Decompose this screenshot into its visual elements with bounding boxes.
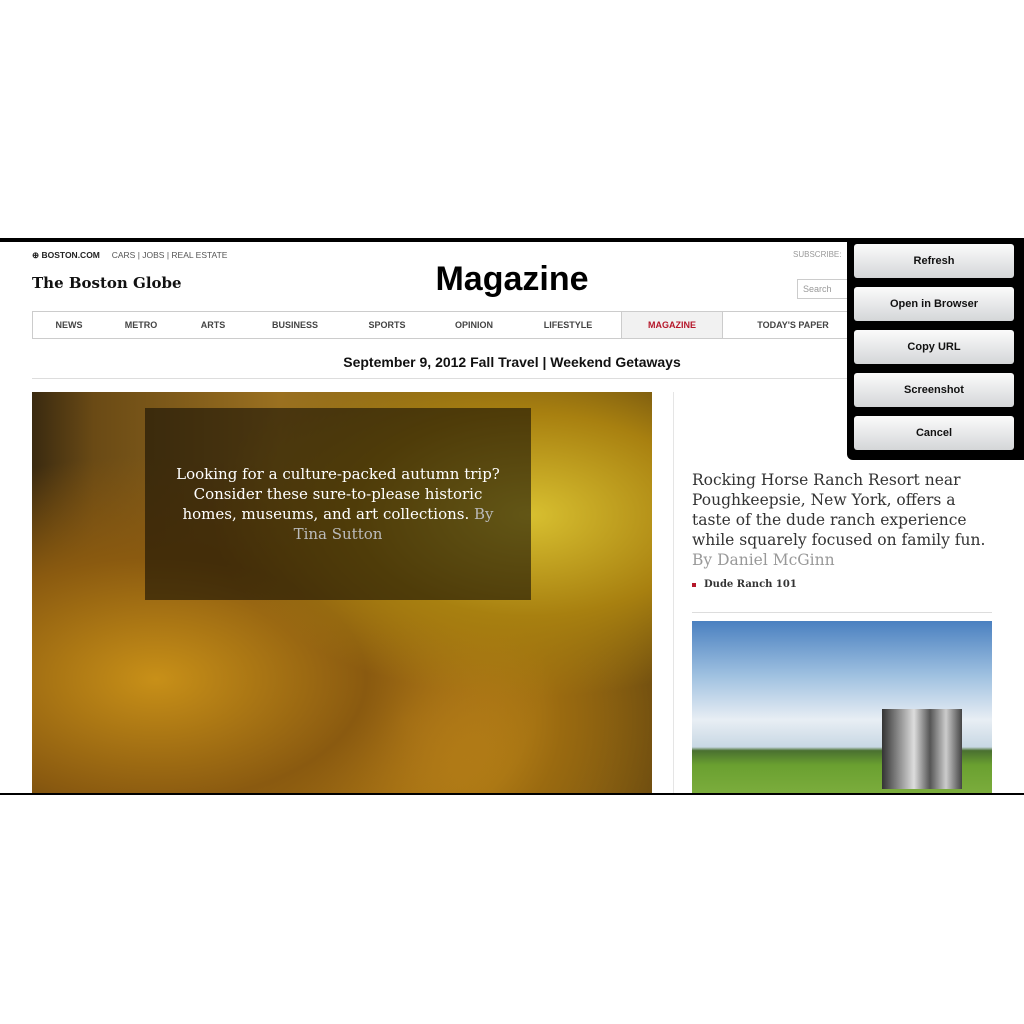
hero-text: Looking for a culture-packed autumn trip… (176, 465, 500, 523)
nav-metro[interactable]: METRO (105, 312, 177, 338)
dude-ranch-link[interactable]: Dude Ranch 101 (692, 579, 797, 590)
refresh-button[interactable]: Refresh (854, 244, 1014, 278)
cars-link[interactable]: CARS (112, 250, 136, 260)
jobs-link[interactable]: JOBS (142, 250, 164, 260)
nav-lifestyle[interactable]: LIFESTYLE (515, 312, 621, 338)
milk-cans-image (882, 709, 962, 789)
subscribe-label[interactable]: SUBSCRIBE: (793, 250, 841, 259)
column-divider (673, 392, 674, 793)
screenshot-button[interactable]: Screenshot (854, 373, 1014, 407)
nav-sports[interactable]: SPORTS (341, 312, 433, 338)
webview: ⊕ BOSTON.COM CARS | JOBS | REAL ESTATE T… (0, 238, 1024, 795)
nav-todays-paper[interactable]: TODAY'S PAPER (723, 312, 863, 338)
nav-magazine[interactable]: MAGAZINE (621, 312, 723, 338)
side-story[interactable]: Rocking Horse Ranch Resort near Poughkee… (692, 470, 992, 570)
side-story-text: Rocking Horse Ranch Resort near Poughkee… (692, 471, 986, 549)
nav-opinion[interactable]: OPINION (433, 312, 515, 338)
context-menu: Refresh Open in Browser Copy URL Screens… (847, 242, 1024, 460)
copy-url-button[interactable]: Copy URL (854, 330, 1014, 364)
divider (692, 612, 992, 613)
boston-com-link[interactable]: ⊕ BOSTON.COM (32, 250, 100, 260)
nav-business[interactable]: BUSINESS (249, 312, 341, 338)
nav-news[interactable]: NEWS (33, 312, 105, 338)
real-estate-link[interactable]: REAL ESTATE (171, 250, 227, 260)
nav-arts[interactable]: ARTS (177, 312, 249, 338)
main-nav: NEWS METRO ARTS BUSINESS SPORTS OPINION … (32, 311, 864, 339)
bullet-icon (692, 582, 696, 587)
hero-image[interactable]: Looking for a culture-packed autumn trip… (32, 392, 652, 793)
cancel-button[interactable]: Cancel (854, 416, 1014, 450)
open-in-browser-button[interactable]: Open in Browser (854, 287, 1014, 321)
hero-caption[interactable]: Looking for a culture-packed autumn trip… (145, 408, 531, 600)
side-byline: By Daniel McGinn (692, 551, 835, 569)
ranch-image[interactable] (692, 621, 992, 793)
